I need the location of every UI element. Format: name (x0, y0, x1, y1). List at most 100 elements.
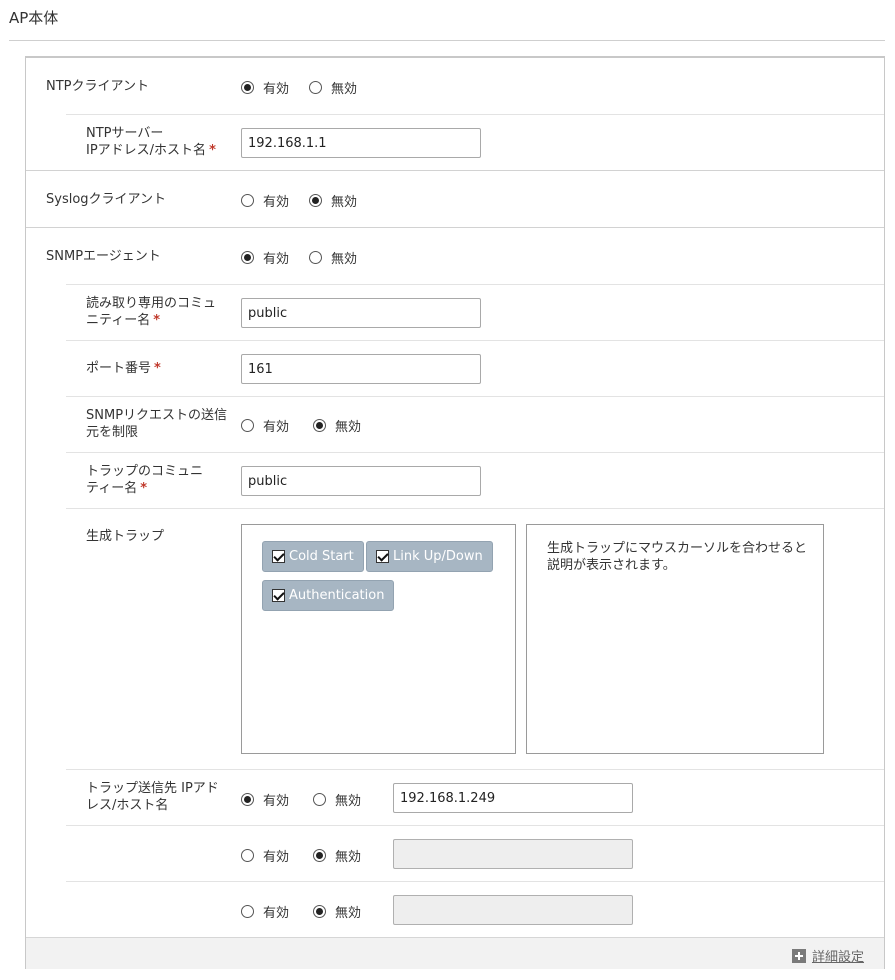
divider (66, 396, 884, 397)
trap-community-label-line1: トラップのコミュニ (86, 464, 204, 479)
trap-description-box: 生成トラップにマウスカーソルを合わせると説明が表示されます。 (526, 524, 824, 754)
trap-chip-label: Authentication (289, 588, 385, 603)
trap-dest-2-enable-label: 有効 (263, 850, 290, 865)
snmp-disable-option[interactable]: 無効 (309, 248, 357, 267)
syslog-enable-option[interactable]: 有効 (241, 191, 289, 210)
required-mark: * (209, 143, 216, 158)
ro-community-input[interactable] (241, 298, 481, 328)
divider (66, 508, 884, 509)
trap-dest-2-disable-label: 無効 (335, 850, 362, 865)
trap-dest-2-enable-radio[interactable] (241, 849, 254, 862)
trap-chip-label: Link Up/Down (393, 549, 483, 564)
restrict-disable-label: 無効 (335, 420, 362, 435)
trap-dest-1-disable-option[interactable]: 無効 (313, 790, 361, 809)
ro-community-label-line2: ニティー名 (86, 313, 151, 328)
generated-traps-label: 生成トラップ (86, 529, 165, 544)
trap-destination-1-input[interactable] (393, 783, 633, 813)
trap-community-label-line2: ティー名 (86, 481, 138, 496)
ntp-server-label-line1: NTPサーバー (86, 126, 164, 141)
syslog-enable-radio[interactable] (241, 194, 254, 207)
trap-destination-label: トラップ送信先 IPアド レス/ホスト名 (86, 780, 219, 814)
ntp-enable-label: 有効 (263, 82, 290, 97)
snmp-enable-radio[interactable] (241, 251, 254, 264)
page-title: AP本体 (9, 9, 59, 27)
trap-dest-1-disable-label: 無効 (335, 794, 362, 809)
panel-footer: 詳細設定 (26, 937, 884, 969)
trap-destination-label-line2: レス/ホスト名 (86, 798, 169, 813)
link-up-down-checkbox[interactable] (376, 550, 389, 563)
authentication-checkbox[interactable] (272, 589, 285, 602)
ntp-server-label: NTPサーバー IPアドレス/ホスト名 * (86, 125, 216, 159)
title-divider (9, 40, 885, 41)
restrict-source-radio-group: 有効 無効 (241, 416, 361, 435)
trap-dest-3-disable-option[interactable]: 無効 (313, 902, 361, 921)
trap-dest-3-disable-label: 無効 (335, 906, 362, 921)
trap-dest-3-enable-option[interactable]: 有効 (241, 902, 289, 921)
trap-dest-3-enable-label: 有効 (263, 906, 290, 921)
restrict-enable-label: 有効 (263, 420, 290, 435)
trap-dest-2-disable-option[interactable]: 無効 (313, 846, 361, 865)
restrict-enable-option[interactable]: 有効 (241, 416, 289, 435)
trap-chip-label: Cold Start (289, 549, 354, 564)
trap-dest-3-enable-radio[interactable] (241, 905, 254, 918)
snmp-enable-option[interactable]: 有効 (241, 248, 289, 267)
syslog-client-radio-group: 有効 無効 (241, 191, 357, 210)
ntp-enable-option[interactable]: 有効 (241, 78, 289, 97)
trap-community-label: トラップのコミュニ ティー名 * (86, 463, 203, 497)
ntp-disable-radio[interactable] (309, 81, 323, 94)
syslog-disable-radio[interactable] (309, 194, 323, 207)
divider (66, 452, 884, 453)
trap-destination-3-radio-group: 有効 無効 (241, 902, 361, 921)
trap-dest-1-enable-label: 有効 (263, 794, 290, 809)
ntp-server-label-line2: IPアドレス/ホスト名 (86, 143, 207, 158)
restrict-disable-option[interactable]: 無効 (313, 416, 361, 435)
section-divider (26, 227, 884, 228)
syslog-enable-label: 有効 (263, 195, 290, 210)
trap-description-text: 生成トラップにマウスカーソルを合わせると説明が表示されます。 (547, 541, 808, 573)
restrict-source-label-line1: SNMPリクエストの送信 (86, 408, 228, 423)
ntp-server-input[interactable] (241, 128, 481, 158)
syslog-disable-label: 無効 (331, 195, 358, 210)
trap-community-input[interactable] (241, 466, 481, 496)
ro-community-label-line1: 読み取り専用のコミュ (86, 296, 217, 311)
restrict-enable-radio[interactable] (241, 419, 254, 432)
ntp-enable-radio[interactable] (241, 81, 254, 94)
trap-destination-1-radio-group: 有効 無効 (241, 790, 361, 809)
syslog-client-label: Syslogクライアント (46, 192, 167, 207)
ro-community-label: 読み取り専用のコミュ ニティー名 * (86, 295, 216, 329)
trap-dest-2-disable-radio[interactable] (313, 849, 327, 862)
snmp-disable-radio[interactable] (309, 251, 323, 264)
restrict-source-label: SNMPリクエストの送信 元を制限 (86, 407, 227, 441)
cold-start-checkbox[interactable] (272, 550, 285, 563)
trap-destination-2-input[interactable] (393, 839, 633, 869)
divider (66, 769, 884, 770)
syslog-disable-option[interactable]: 無効 (309, 191, 357, 210)
advanced-settings-link[interactable]: 詳細設定 (791, 946, 864, 965)
advanced-settings-label: 詳細設定 (811, 950, 864, 965)
trap-dest-1-enable-radio[interactable] (241, 793, 254, 806)
required-mark: * (140, 481, 148, 496)
trap-chip-cold-start[interactable]: Cold Start (262, 541, 364, 572)
trap-list-box: Cold Start Link Up/Down Authentication (241, 524, 516, 754)
trap-destination-label-line1: トラップ送信先 IPアド (86, 781, 219, 796)
trap-dest-1-enable-option[interactable]: 有効 (241, 790, 289, 809)
snmp-enable-label: 有効 (263, 252, 290, 267)
plus-icon (791, 948, 806, 963)
trap-dest-3-disable-radio[interactable] (313, 905, 327, 918)
trap-chip-authentication[interactable]: Authentication (262, 580, 395, 611)
snmp-agent-label: SNMPエージェント (46, 249, 161, 264)
settings-panel: NTPクライアント 有効 無効 NTPサーバー IPアドレス/ホスト名* Sys… (25, 56, 885, 969)
trap-destination-3-input[interactable] (393, 895, 633, 925)
restrict-source-label-line2: 元を制限 (86, 425, 139, 440)
ntp-disable-option[interactable]: 無効 (309, 78, 357, 97)
ntp-client-radio-group: 有効 無効 (241, 78, 357, 97)
divider (66, 114, 884, 115)
port-input[interactable] (241, 354, 481, 384)
snmp-disable-label: 無効 (331, 252, 358, 267)
port-label-text: ポート番号 (86, 361, 152, 376)
trap-dest-2-enable-option[interactable]: 有効 (241, 846, 289, 865)
trap-dest-1-disable-radio[interactable] (313, 793, 327, 806)
trap-chip-link-up-down[interactable]: Link Up/Down (366, 541, 493, 572)
ntp-client-label: NTPクライアント (46, 79, 149, 94)
restrict-disable-radio[interactable] (313, 419, 327, 432)
